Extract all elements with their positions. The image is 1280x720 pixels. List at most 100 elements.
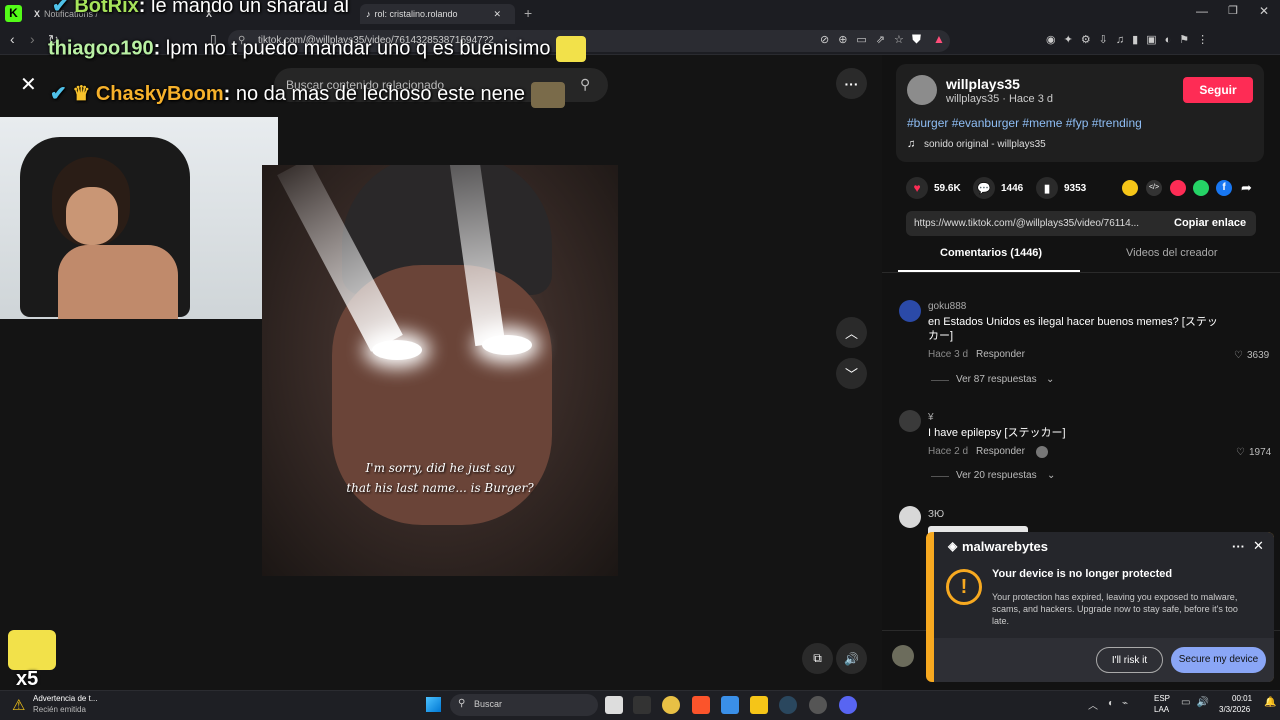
risk-it-button[interactable]: I'll risk it — [1096, 647, 1163, 673]
share-icon[interactable]: ➦ — [1241, 180, 1252, 196]
chat-text: lpm no t puedo mandar uno q es buenisimo — [165, 37, 551, 60]
my-avatar[interactable] — [892, 645, 914, 667]
discord-icon[interactable] — [839, 696, 857, 714]
clock-time[interactable]: 00:01 — [1232, 694, 1252, 703]
commenter-avatar[interactable] — [899, 300, 921, 322]
embed-icon[interactable]: </> — [1146, 180, 1162, 196]
subtitle-line-1: I'm sorry, did he just say — [365, 461, 515, 475]
keyboard-language-2[interactable]: LAA — [1154, 705, 1169, 714]
tray-icons[interactable]: ◐⌁ — [1108, 698, 1136, 709]
secure-device-button[interactable]: Secure my device — [1171, 647, 1266, 673]
tab-comments[interactable]: Comentarios (1446) — [940, 247, 1042, 259]
keyboard-language-1[interactable]: ESP — [1154, 694, 1170, 703]
pip-button[interactable]: ⧉ — [802, 643, 833, 674]
video-player[interactable]: I'm sorry, did he just say that his last… — [262, 165, 618, 576]
hashtags[interactable]: #burger #evanburger #meme #fyp #trending — [907, 116, 1142, 130]
send-icon[interactable] — [1170, 180, 1186, 196]
chat-message: ✔ BotRix: le mando un sharau al — [52, 0, 349, 18]
chat-username: ChaskyBoom — [95, 83, 224, 105]
malwarebytes-logo-icon: ◈ — [948, 539, 958, 553]
chat-message: ✔ ♛ ChaskyBoom: no da mas de lechoso est… — [50, 81, 565, 108]
view-replies-button[interactable]: Ver 87 respuestas — [956, 374, 1037, 385]
tab-creator-videos[interactable]: Videos del creador — [1126, 247, 1218, 259]
follow-button[interactable]: Seguir — [1183, 77, 1253, 103]
comment-time: Hace 2 d — [928, 446, 969, 457]
system-tray-icons[interactable]: ▭🔊 — [1181, 697, 1215, 708]
sticker-count: x5 — [16, 668, 39, 690]
verified-icon: ✔ — [52, 0, 69, 17]
chevron-down-icon: ⌄ — [1047, 470, 1056, 481]
warning-icon: ! — [946, 569, 982, 605]
forward-icon[interactable]: › — [30, 31, 35, 47]
search-icon[interactable]: ⚲ — [580, 76, 590, 93]
comment-text: en Estados Unidos es ilegal hacer buenos… — [928, 316, 1218, 328]
volume-button[interactable]: 🔊 — [836, 643, 867, 674]
more-icon[interactable]: ··· — [1232, 539, 1245, 554]
facebook-icon[interactable]: f — [1216, 180, 1232, 196]
comment-icon: 💬 — [973, 177, 995, 199]
author-avatar[interactable] — [907, 75, 937, 105]
back-icon[interactable]: ‹ — [10, 31, 15, 47]
notification-bell-icon[interactable]: 🔔 — [1264, 697, 1276, 708]
heart-icon[interactable]: ♡ — [1236, 447, 1245, 458]
taskbar-search[interactable] — [450, 694, 598, 716]
close-tab-icon[interactable]: ✕ — [494, 9, 502, 20]
comment-like-count: 1974 — [1249, 447, 1272, 458]
repost-icon[interactable] — [1122, 180, 1138, 196]
close-popup-button[interactable]: ✕ — [1253, 538, 1264, 554]
close-viewer-button[interactable]: ✕ — [20, 72, 37, 97]
steam-icon[interactable] — [779, 696, 797, 714]
brave-icon[interactable] — [692, 696, 710, 714]
comment-text: カー] — [928, 330, 954, 342]
new-tab-button[interactable]: + — [524, 5, 532, 21]
file-explorer-icon[interactable] — [750, 696, 768, 714]
save-stat[interactable]: ▮ 9353 — [1036, 177, 1086, 199]
chrome-icon[interactable] — [662, 696, 680, 714]
sound-name[interactable]: sonido original - willplays35 — [924, 139, 1046, 150]
notification-title[interactable]: Advertencia de t... — [33, 694, 97, 703]
volume-icon: 🔊 — [844, 651, 859, 666]
tab-tiktok[interactable]: ♪ rol: cristalino.rolando ✕ — [360, 4, 515, 24]
author-username[interactable]: willplays35 — [946, 76, 1020, 92]
epic-games-icon[interactable] — [633, 696, 651, 714]
windows-start-icon[interactable] — [426, 697, 441, 712]
maximize-button[interactable]: ❐ — [1228, 4, 1238, 17]
commenter-avatar[interactable] — [899, 506, 921, 528]
taskbar-search-label: Buscar — [474, 699, 503, 709]
minimize-button[interactable]: — — [1196, 4, 1208, 18]
brave-shield-icon[interactable]: ⛊ — [912, 32, 921, 47]
heart-icon[interactable]: ♡ — [1234, 350, 1243, 361]
like-stat[interactable]: ♥ 59.6K — [906, 177, 961, 199]
comment-username[interactable]: ¥ — [928, 412, 934, 423]
comment-stat[interactable]: 💬 1446 — [973, 177, 1023, 199]
save-count: 9353 — [1064, 182, 1087, 194]
previous-video-button[interactable]: ︿ — [836, 317, 867, 348]
app-logo-icon[interactable]: K — [5, 5, 22, 22]
person-knees — [58, 245, 178, 319]
comment-username[interactable]: ЗЮ — [928, 509, 944, 520]
toolbar-extension-icons[interactable]: ◉✦⚙⇩♫▮▣◐⚑⋮ — [1046, 33, 1216, 46]
next-video-button[interactable]: ﹀ — [836, 358, 867, 389]
close-window-button[interactable]: ✕ — [1259, 4, 1269, 18]
reply-button[interactable]: Responder — [976, 349, 1025, 360]
replies-line — [931, 380, 949, 381]
more-options-button[interactable]: ··· — [836, 68, 867, 99]
view-replies-button[interactable]: Ver 20 respuestas — [956, 470, 1037, 481]
tray-chevron-up-icon[interactable]: ︿ — [1088, 697, 1098, 712]
comment-username[interactable]: goku888 — [928, 301, 966, 312]
video-link: https://www.tiktok.com/@willplays35/vide… — [914, 218, 1140, 229]
person-face — [66, 187, 118, 245]
whatsapp-icon[interactable] — [1193, 180, 1209, 196]
reply-button[interactable]: Responder — [976, 446, 1025, 457]
chat-username: BotRix — [74, 0, 139, 17]
task-view-icon[interactable] — [605, 696, 623, 714]
comment-text: I have epilepsy [ステッカー] — [928, 427, 1066, 439]
address-actions-icons[interactable]: ⊘⊕▭⇗☆ — [820, 33, 913, 46]
clock-date[interactable]: 3/3/2026 — [1219, 705, 1250, 714]
copy-link-button[interactable]: Copiar enlace — [1174, 217, 1246, 229]
store-icon[interactable] — [721, 696, 739, 714]
warning-notification-icon[interactable]: ⚠ — [12, 696, 25, 714]
brave-rewards-icon[interactable]: ▲ — [933, 32, 945, 46]
commenter-avatar[interactable] — [899, 410, 921, 432]
app-icon[interactable] — [809, 696, 827, 714]
